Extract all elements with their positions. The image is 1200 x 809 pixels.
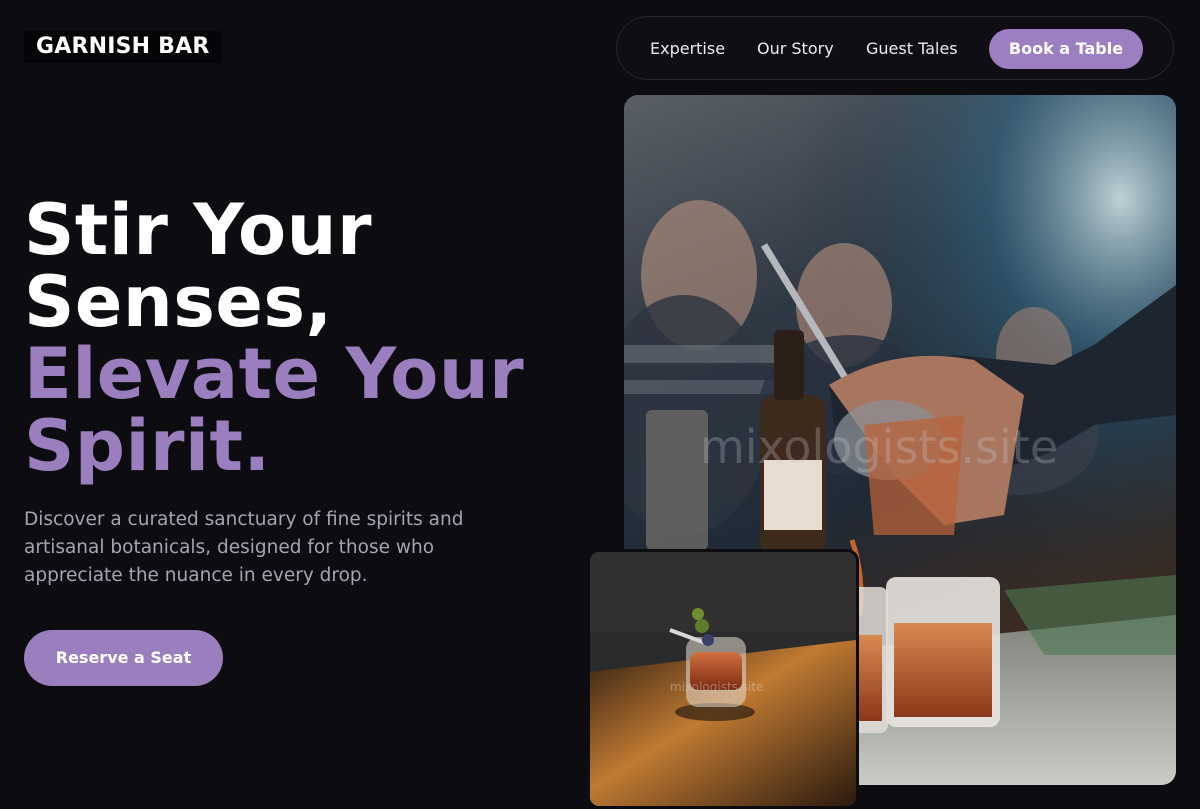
nav-link-expertise[interactable]: Expertise [650, 39, 725, 59]
main-nav: Expertise Our Story Guest Tales Book a T… [616, 16, 1174, 80]
hero-heading-line-2: Senses, [24, 261, 333, 343]
hero-heading-line-1: Stir Your [24, 189, 372, 271]
brand-logo[interactable]: GARNISH BAR [24, 31, 222, 63]
reserve-seat-button[interactable]: Reserve a Seat [24, 630, 223, 686]
nav-link-guest-tales[interactable]: Guest Tales [866, 39, 958, 59]
cocktail-glass-photo [587, 549, 859, 809]
book-table-button[interactable]: Book a Table [989, 29, 1143, 69]
hero-description: Discover a curated sanctuary of fine spi… [24, 509, 464, 586]
hero-heading-accent-line-1: Elevate Your [24, 333, 525, 415]
nav-link-our-story[interactable]: Our Story [757, 39, 834, 59]
hero-heading: Stir Your Senses, Elevate Your Spirit. [24, 194, 524, 482]
hero-heading-accent-line-2: Spirit. [24, 405, 271, 487]
